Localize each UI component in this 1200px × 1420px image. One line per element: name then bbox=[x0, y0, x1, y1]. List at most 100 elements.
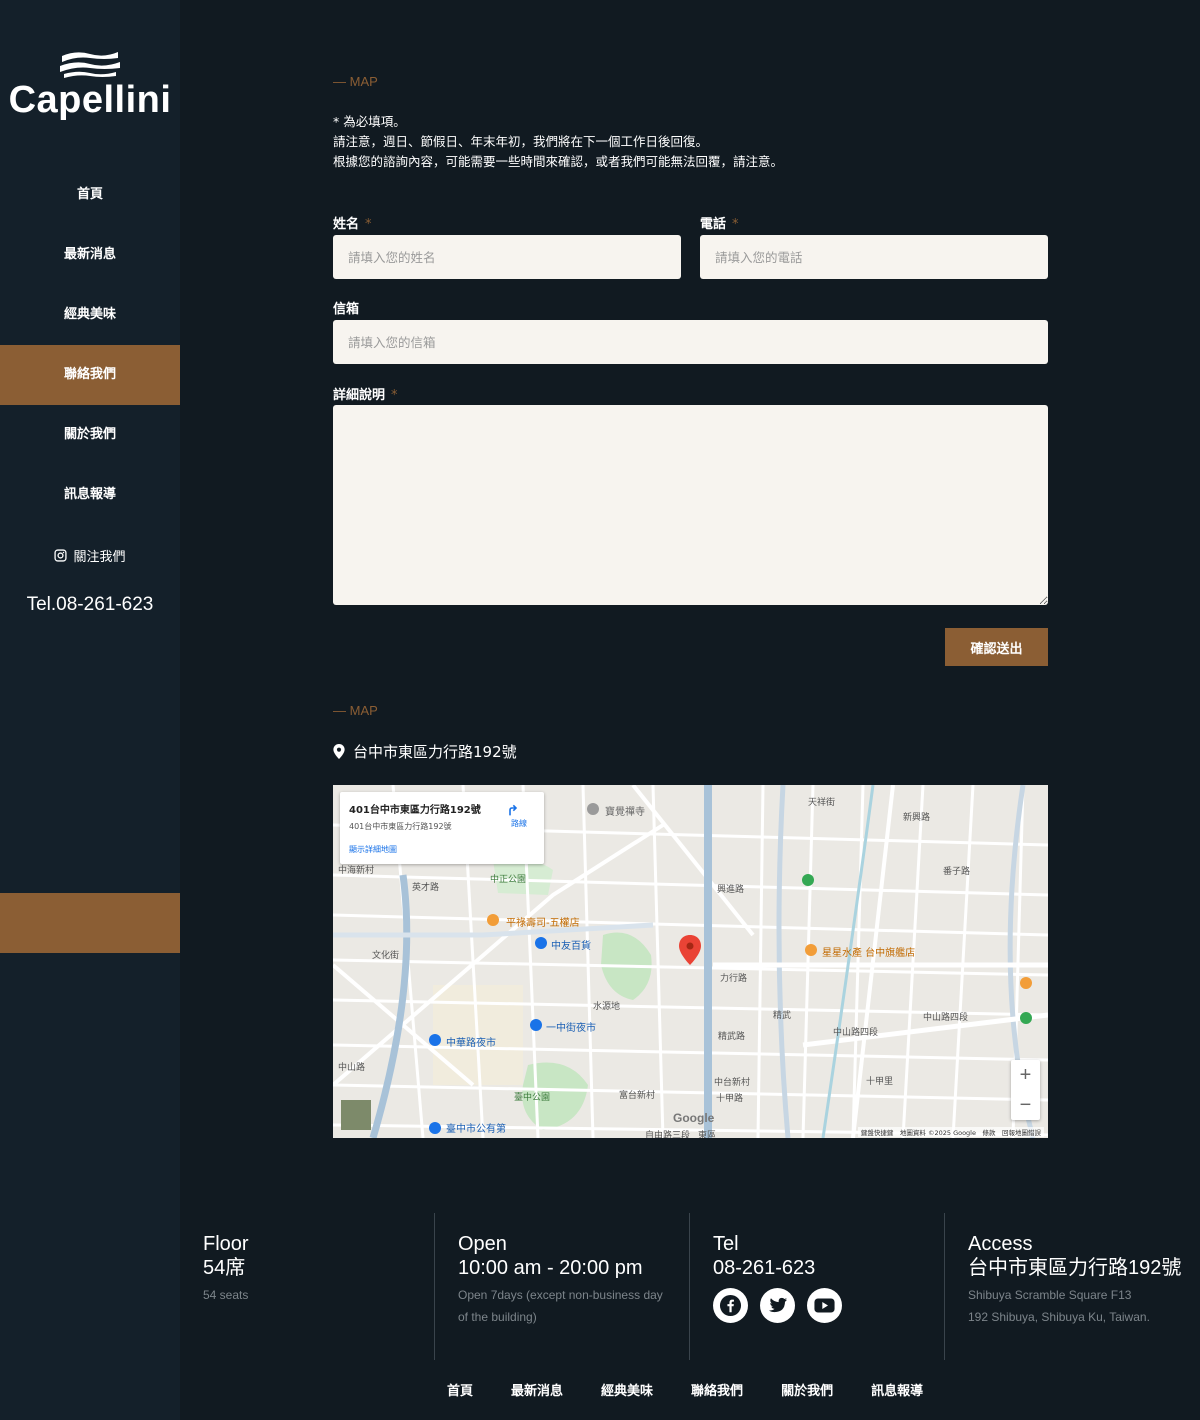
footer-divider bbox=[689, 1213, 690, 1360]
note-required: * 為必填項。 bbox=[333, 114, 406, 129]
note-response: 根據您的諮詢內容，可能需要一些時間來確認，或者我們可能無法回覆，請注意。 bbox=[333, 154, 784, 169]
required-mark: * bbox=[365, 217, 372, 232]
map-label: 星星水產 台中旗艦店 bbox=[822, 948, 916, 959]
detail-label-text: 詳細說明 bbox=[333, 388, 386, 403]
map-attribution[interactable]: 鍵盤快捷鍵 地圖資料 ©2025 Google 條款 回報地圖錯誤 bbox=[857, 1127, 1044, 1137]
map-label: 一中街夜市 bbox=[546, 1023, 596, 1034]
map-label: 十甲里 bbox=[866, 1077, 894, 1087]
nav-item-contact[interactable]: 聯絡我們 bbox=[0, 345, 180, 405]
map-label: 中山路四段 bbox=[923, 1013, 969, 1023]
map-label: 興進路 bbox=[717, 885, 745, 895]
nav-item-press[interactable]: 訊息報導 bbox=[0, 465, 180, 525]
map-label: 富台新村 bbox=[619, 1091, 656, 1101]
section-tag-map: — MAP bbox=[333, 703, 378, 718]
phone-input[interactable] bbox=[700, 235, 1048, 279]
footer-nav-news[interactable]: 最新消息 bbox=[511, 1380, 563, 1399]
map-place-card: 401台中市東區力行路192號 401台中市東區力行路192號 顯示詳細地圖 路… bbox=[340, 792, 544, 864]
zoom-control: + − bbox=[1011, 1060, 1040, 1120]
map-label: 水源地 bbox=[593, 1002, 621, 1012]
directions-button[interactable]: 路線 bbox=[504, 802, 534, 829]
map-label: 自由路三段 bbox=[645, 1131, 691, 1138]
sidebar-tel[interactable]: Tel.08-261-623 bbox=[0, 594, 180, 616]
footer-open: Open 10:00 am - 20:00 pm Open 7days (exc… bbox=[458, 1232, 673, 1328]
nav-item-home[interactable]: 首頁 bbox=[0, 165, 180, 225]
footer-divider bbox=[944, 1213, 945, 1360]
open-hours: 10:00 am - 20:00 pm bbox=[458, 1257, 643, 1279]
map-label: 中山路四段 bbox=[833, 1028, 879, 1038]
note-holiday: 請注意，週日、節假日、年末年初，我們將在下一個工作日後回復。 bbox=[333, 134, 709, 149]
tel-title: Tel bbox=[713, 1233, 739, 1255]
map-label: 中台新村 bbox=[714, 1078, 751, 1088]
map-label: 寶覺禪寺 bbox=[605, 807, 645, 818]
brand-name: Capellini bbox=[8, 79, 172, 121]
nav-item-news[interactable]: 最新消息 bbox=[0, 225, 180, 285]
footer-divider bbox=[434, 1213, 435, 1360]
youtube-button[interactable] bbox=[807, 1288, 842, 1323]
facebook-button[interactable] bbox=[713, 1288, 748, 1323]
map-label: 中海新村 bbox=[338, 866, 375, 876]
footer-nav-contact[interactable]: 聯絡我們 bbox=[691, 1380, 743, 1399]
tel-value[interactable]: 08-261-623 bbox=[713, 1256, 933, 1280]
zoom-out-button[interactable]: − bbox=[1011, 1090, 1040, 1120]
footer-nav-about[interactable]: 關於我們 bbox=[781, 1380, 833, 1399]
footer-nav-press[interactable]: 訊息報導 bbox=[871, 1380, 923, 1399]
map-label: 中山路 bbox=[338, 1063, 366, 1073]
access-title: Access bbox=[968, 1233, 1033, 1255]
nav-item-menu[interactable]: 經典美味 bbox=[0, 285, 180, 345]
sidebar: Capellini 首頁 最新消息 經典美味 聯絡我們 關於我們 訊息報導 關注… bbox=[0, 0, 180, 1420]
map-label: 平祿壽司-五權店 bbox=[506, 918, 580, 929]
brand-logo[interactable]: Capellini bbox=[0, 48, 180, 120]
nav-item-about[interactable]: 關於我們 bbox=[0, 405, 180, 465]
floor-sub: 54 seats bbox=[203, 1288, 249, 1302]
footer-tel: Tel 08-261-623 bbox=[713, 1232, 933, 1323]
detail-textarea[interactable] bbox=[333, 405, 1048, 605]
map-label: 番子路 bbox=[943, 867, 971, 877]
address-text: 台中市東區力行路192號 bbox=[353, 743, 517, 761]
google-map[interactable]: 寶覺禪寺 中正公園 平祿壽司-五權店 中友百貨 星星水產 台中旗艦店 中華路夜市… bbox=[333, 785, 1048, 1138]
map-label: 中華路夜市 bbox=[446, 1038, 496, 1049]
sidebar-accent-block bbox=[0, 893, 180, 953]
map-label: 文化街 bbox=[372, 951, 400, 961]
name-label-text: 姓名 bbox=[333, 217, 360, 232]
twitter-icon bbox=[768, 1297, 788, 1312]
footer-nav: 首頁 最新消息 經典美味 聯絡我們 關於我們 訊息報導 bbox=[447, 1380, 923, 1399]
submit-button[interactable]: 確認送出 bbox=[945, 628, 1048, 666]
instagram-icon bbox=[54, 548, 68, 562]
open-title: Open bbox=[458, 1233, 507, 1255]
name-input[interactable] bbox=[333, 235, 681, 279]
map-label: 天祥街 bbox=[808, 798, 836, 808]
required-mark: * bbox=[732, 217, 739, 232]
phone-label-text: 電話 bbox=[700, 217, 727, 232]
google-logo: Google bbox=[673, 1111, 715, 1125]
logo-waves-icon bbox=[60, 52, 120, 78]
map-label: 精武路 bbox=[718, 1032, 746, 1042]
email-label: 信箱 bbox=[333, 302, 360, 317]
directions-label: 路線 bbox=[511, 819, 527, 828]
address-line: 台中市東區力行路192號 bbox=[333, 741, 517, 762]
footer-nav-home[interactable]: 首頁 bbox=[447, 1380, 473, 1399]
map-label: 精武 bbox=[773, 1011, 792, 1021]
nav-item-instagram[interactable]: 關注我們 bbox=[0, 525, 180, 585]
map-label: 中正公園 bbox=[490, 875, 527, 885]
map-label: 中友百貨 bbox=[551, 941, 591, 952]
map-label: 臺中公園 bbox=[514, 1093, 551, 1103]
main-nav: 首頁 最新消息 經典美味 聯絡我們 關於我們 訊息報導 關注我們 bbox=[0, 165, 180, 585]
youtube-icon bbox=[814, 1298, 835, 1313]
floor-title: Floor bbox=[203, 1233, 249, 1255]
floor-value: 54席 bbox=[203, 1257, 246, 1279]
twitter-button[interactable] bbox=[760, 1288, 795, 1323]
section-tag-form: — MAP bbox=[333, 74, 378, 89]
directions-icon bbox=[509, 804, 518, 816]
zoom-in-button[interactable]: + bbox=[1011, 1060, 1040, 1090]
facebook-icon bbox=[719, 1294, 742, 1317]
map-label: 東區 bbox=[698, 1131, 717, 1138]
access-street: 192 Shibuya, Shibuya Ku, Taiwan. bbox=[968, 1310, 1150, 1324]
map-label: 新興路 bbox=[903, 813, 931, 823]
location-pin-icon bbox=[333, 744, 345, 759]
access-building: Shibuya Scramble Square F13 bbox=[968, 1288, 1132, 1302]
view-larger-map-link[interactable]: 顯示詳細地圖 bbox=[349, 844, 535, 855]
footer-nav-menu[interactable]: 經典美味 bbox=[601, 1380, 653, 1399]
email-input[interactable] bbox=[333, 320, 1048, 364]
required-mark: * bbox=[391, 388, 398, 403]
social-links bbox=[713, 1288, 933, 1323]
